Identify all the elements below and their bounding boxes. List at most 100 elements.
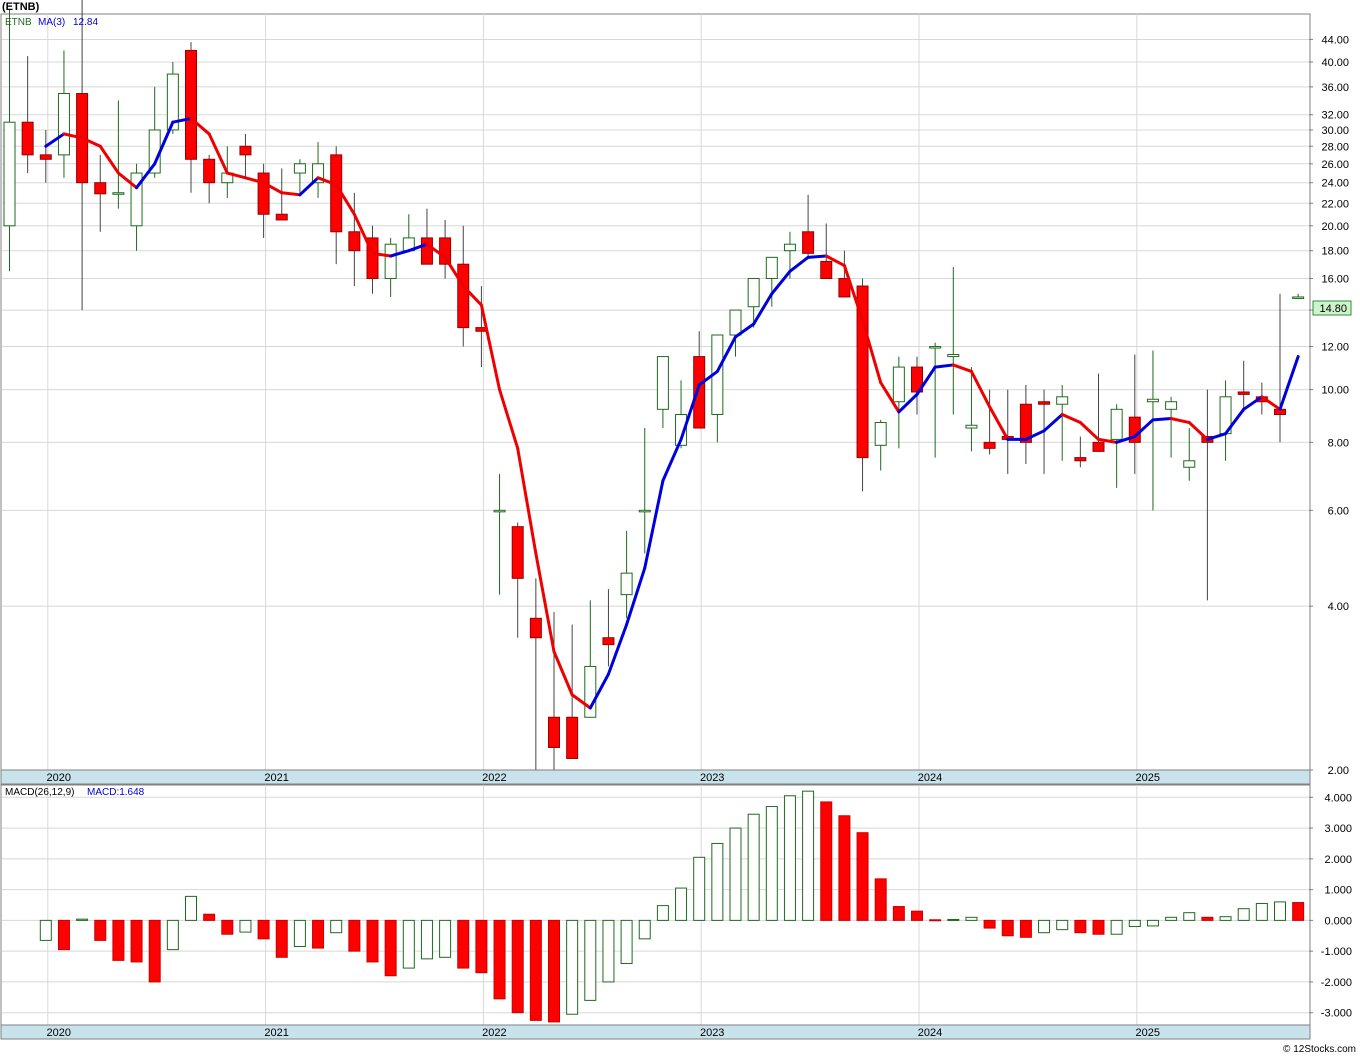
candle-up — [765, 256, 778, 280]
macd-bar — [783, 795, 796, 921]
macd-bar — [820, 801, 833, 921]
candle-down — [602, 637, 615, 646]
year-label: 2024 — [918, 1027, 942, 1039]
price-tick-label: 40.00 — [1321, 57, 1349, 69]
candle-up — [1146, 398, 1159, 403]
candle-down — [275, 213, 288, 221]
price-tick-label: 22.00 — [1321, 198, 1349, 210]
price-tick-label: 26.00 — [1321, 159, 1349, 171]
macd-tick-label: -1.000 — [1321, 946, 1352, 958]
candle-up — [729, 309, 742, 336]
candle-down — [420, 237, 433, 265]
price-tick-label: 36.00 — [1321, 82, 1349, 94]
macd-bar — [457, 919, 470, 969]
macd-bar — [638, 919, 651, 940]
candle-down — [1074, 457, 1087, 462]
macd-bar — [330, 919, 343, 934]
price-tick-label: 6.00 — [1328, 505, 1349, 517]
price-tick-label: 10.00 — [1321, 385, 1349, 397]
year-label: 2021 — [264, 1027, 288, 1039]
macd-bar — [76, 918, 89, 921]
macd-bar — [856, 832, 869, 921]
macd-tick-label: 1.000 — [1324, 885, 1352, 897]
candle-up — [493, 509, 506, 513]
macd-legend-params: MACD(26,12,9) — [5, 787, 74, 798]
candle-up — [1292, 296, 1305, 299]
candle-up — [947, 354, 960, 358]
macd-bar — [1201, 916, 1214, 921]
candle-up — [638, 509, 651, 513]
macd-bar — [94, 919, 107, 941]
candle-up — [384, 243, 397, 280]
macd-bar — [1237, 908, 1250, 921]
macd-bar — [566, 919, 579, 1015]
macd-bar — [1019, 919, 1032, 938]
candle-up — [874, 422, 887, 446]
candle-down — [39, 154, 52, 160]
ma-segment — [933, 363, 955, 369]
macd-bar — [57, 919, 70, 951]
price-tick-label: 18.00 — [1321, 246, 1349, 258]
candle-down — [529, 617, 542, 639]
candle-up — [3, 121, 16, 227]
macd-bar — [911, 910, 923, 921]
candle-up — [57, 93, 70, 156]
candle-down — [511, 526, 524, 579]
price-tick-label: 2.00 — [1328, 765, 1349, 777]
price-tick-label: 8.00 — [1328, 437, 1349, 449]
price-panel-frame — [0, 13, 1311, 771]
macd-bar — [965, 916, 978, 921]
candle-up — [112, 192, 125, 195]
candle-up — [892, 366, 905, 403]
macd-bar — [348, 919, 361, 952]
macd-bar — [765, 806, 778, 921]
macd-bar — [747, 813, 760, 921]
candle-down — [1038, 401, 1051, 405]
macd-bar — [675, 887, 688, 921]
price-tick-label: 30.00 — [1321, 125, 1349, 137]
macd-tick-label: 4.000 — [1324, 792, 1352, 804]
last-price-tag-text: 14.80 — [1319, 303, 1347, 315]
candle-down — [348, 231, 361, 252]
macd-bar — [802, 790, 815, 921]
macd-bar — [1001, 919, 1014, 937]
macd-panel-frame — [0, 784, 1311, 1026]
macd-tick-label: 2.000 — [1324, 854, 1352, 866]
macd-bar — [1056, 919, 1069, 931]
macd-bar — [148, 919, 161, 983]
macd-bar — [1292, 902, 1305, 921]
candle-up — [584, 665, 597, 718]
macd-bar — [511, 919, 524, 1014]
candle-up — [783, 243, 796, 252]
candle-up — [293, 163, 306, 174]
macd-tick-label: -3.000 — [1321, 1008, 1352, 1020]
price-tick-label: 4.00 — [1328, 601, 1349, 613]
macd-bar — [838, 815, 851, 921]
stock-chart: 2.004.006.008.0010.0012.0014.0016.0018.0… — [0, 0, 1360, 1056]
candle-down — [820, 260, 833, 280]
macd-bar — [1074, 919, 1087, 934]
watermark: © 12Stocks.com — [1283, 1044, 1356, 1055]
ma-segment — [280, 191, 302, 197]
macd-bar — [312, 919, 325, 949]
candle-down — [548, 716, 560, 748]
candle-down — [257, 172, 270, 215]
price-tick-label: 12.00 — [1321, 342, 1349, 354]
year-label: 2023 — [700, 772, 724, 784]
candle-up — [620, 572, 633, 596]
macd-bar — [693, 856, 706, 921]
candle-up — [656, 356, 669, 410]
candle-down — [439, 237, 452, 265]
macd-bar — [1038, 919, 1051, 934]
price-tick-label: 24.00 — [1321, 178, 1349, 190]
macd-bar — [548, 919, 560, 1023]
macd-bar — [929, 919, 942, 922]
macd-bar — [874, 878, 887, 921]
candle-down — [1237, 391, 1250, 395]
legend-symbol: ETNB — [5, 17, 32, 28]
macd-bar — [656, 905, 669, 921]
candle-up — [1183, 460, 1196, 468]
macd-bar — [1128, 919, 1141, 928]
candle-up — [1056, 396, 1069, 405]
macd-bar — [475, 919, 488, 974]
